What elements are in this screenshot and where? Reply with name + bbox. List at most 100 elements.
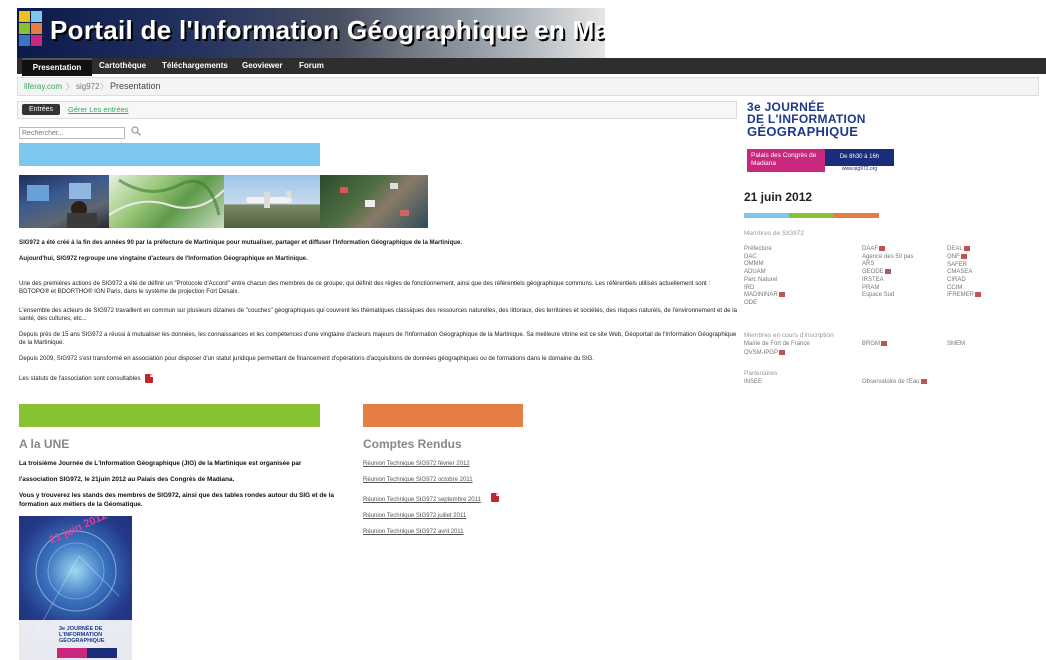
member-item[interactable]: OMMM [744,261,785,269]
search-input[interactable] [19,127,125,139]
pending-item[interactable]: SMEM [947,341,965,349]
member-item[interactable]: Espace Sud [862,292,913,300]
breadcrumb: liferay.com 〉 sig972 〉 Presentation [17,77,1039,96]
compte-rendu-link[interactable]: Réunion Technique SIG972 octobre 2011 [363,477,473,483]
photo-operators [19,175,109,228]
partner-item[interactable]: INSEE [744,379,762,387]
partner-observatoire: Observatoire de l'Eau [862,379,927,387]
pending-item[interactable]: OVSM-IPGP [744,350,778,356]
statuts-text: Les statuts de l'association sont consul… [19,375,141,383]
nav-geoviewer[interactable]: Geoviewer [242,58,282,74]
link-icon[interactable] [881,341,887,346]
compte-rendu-link[interactable]: Réunion Technique SIG972 juillet 2011 [363,513,466,519]
member-item[interactable]: ODE [744,300,785,308]
jig-palais: Palais des Congrès de Madiana [747,149,825,172]
photo-aerial-graphic [340,183,409,216]
pending-item[interactable]: Mairie de Fort de France [744,341,810,349]
pending-ovsm: OVSM-IPGP [744,350,786,358]
member-item[interactable]: MADININAR [744,292,778,298]
photo-map [109,175,224,228]
compte-rendu-pdf-icon[interactable] [491,493,499,502]
link-icon[interactable] [960,253,967,259]
partner-item[interactable]: Observatoire de l'Eau [862,379,920,385]
member-item[interactable]: ARS [862,261,913,269]
intro-p5: Depuis près de 15 ans SIG972 a réussi à … [19,331,737,346]
pending-item[interactable]: BRGM [862,341,880,347]
photo-plane [224,175,320,228]
nav-presentation[interactable]: Presentation [22,58,92,76]
compte-rendu-link[interactable]: Réunion Technique SIG972 février 2012 [363,461,470,467]
breadcrumb-current: Presentation [110,81,161,91]
compte-rendu-link[interactable]: Réunion Technique SIG972 septembre 2011 [363,497,481,503]
breadcrumb-liferay[interactable]: liferay.com [24,78,62,95]
member-item[interactable]: Agence des 50 pas [862,254,913,262]
statuts-line: Les statuts de l'association sont consul… [19,374,737,383]
une-line2: l'association SIG972, le 21juin 2012 au … [19,476,235,483]
photo-map-graphic [109,178,224,216]
jig-hours: De 8h30 à 16h [825,149,894,166]
member-item[interactable]: ONF [947,254,960,260]
link-icon[interactable] [779,350,786,355]
member-item[interactable]: ADUAM [744,269,785,277]
une-line3: Vous y trouverez les stands des membres … [19,492,334,508]
members-col3: DEAL ONF SAFER CMASEA CIRAD CCIM IFREMER [947,246,981,300]
member-item[interactable]: DAAF [862,246,878,252]
intro-p2: Aujourd'hui, SIG972 regroupe une vingtai… [19,255,308,262]
entries-tabbar: Entrées Gérer Les entrées [17,101,737,119]
site-banner[interactable]: Portail de l'Information Géographique en… [17,8,605,58]
members-col1: Préfecture DAC OMMM ADUAM Parc Naturel I… [744,246,785,308]
right-orange-bar [834,213,879,218]
green-color-bar [19,404,320,427]
nav-cartotheque[interactable]: Cartothèque [99,58,146,74]
une-title: A la UNE [19,437,70,451]
poster-jig: 3e JOURNÉE DE L'INFORMATION GÉOGRAPHIQUE [59,626,105,644]
photo-operators-graphic [27,183,97,228]
member-item[interactable]: Parc Naturel [744,277,785,285]
member-item[interactable]: Préfecture [744,246,785,254]
members-title: Membres de SIG972 [744,230,804,237]
banner-title: Portail de l'Information Géographique en… [50,15,605,45]
search-icon[interactable] [131,126,141,136]
pending-title: Membres en cours d'inscription [744,332,834,339]
member-item[interactable]: GEODE [862,269,884,275]
intro-p6: Depuis 2009, SIG972 s'est transformé en … [19,355,595,362]
member-item[interactable]: CMASEA [947,269,981,277]
members-col2: DAAF Agence des 50 pas ARS GEODE IRSTEA … [862,246,913,300]
nav-forum[interactable]: Forum [299,58,324,74]
link-icon[interactable] [963,246,970,251]
link-icon[interactable] [884,269,891,275]
jig-poster-image[interactable]: 21 juin 2012 3e JOURNÉE DE L'INFORMATION… [19,516,132,660]
jig-title-l3: GÉOGRAPHIQUE [747,124,859,139]
tab-entrees[interactable]: Entrées [22,104,60,115]
link-icon[interactable] [778,292,785,298]
breadcrumb-separator: 〉 [100,82,108,91]
page: Portail de l'Information Géographique en… [0,0,1046,660]
link-icon[interactable] [975,292,981,298]
intro-p4: L'ensemble des acteurs de SIG972 travail… [19,307,737,322]
sig972-logo-icon [19,11,43,55]
partners-title: Partenaires [744,370,778,377]
member-item[interactable]: IFREMER [947,292,974,298]
jig-banner-ad[interactable]: 3e JOURNÉE DE L'INFORMATION GÉOGRAPHIQUE… [744,101,894,173]
member-item[interactable]: SAFER [947,262,981,270]
compte-rendu-link[interactable]: Réunion Technique SIG972 avril 2011 [363,529,464,535]
breadcrumb-separator: 〉 [66,82,74,91]
jig-url: www.sig972.org [841,166,878,172]
nav-telechargements[interactable]: Téléchargements [162,58,228,74]
member-item[interactable]: DAC [744,254,785,262]
member-item[interactable]: IRSTEA [862,277,913,285]
intro-p1: SIG972 a été créé à la fin des années 90… [19,239,463,246]
member-item[interactable]: PRAM [862,285,913,293]
une-line1: La troisième Journée de L'Information Gé… [19,460,302,467]
statuts-pdf-icon[interactable] [145,374,154,383]
blue-color-bar [19,143,320,166]
member-item[interactable]: CIRAD [947,277,981,285]
member-item[interactable]: DEAL [947,246,963,252]
right-blue-bar [744,213,789,218]
breadcrumb-sig972[interactable]: sig972 [76,78,100,95]
link-icon[interactable] [879,246,886,251]
link-icon[interactable] [920,379,927,384]
member-item[interactable]: IRD [744,285,785,293]
member-item[interactable]: CCIM [947,285,981,293]
manage-entries-link[interactable]: Gérer Les entrées [68,105,128,114]
